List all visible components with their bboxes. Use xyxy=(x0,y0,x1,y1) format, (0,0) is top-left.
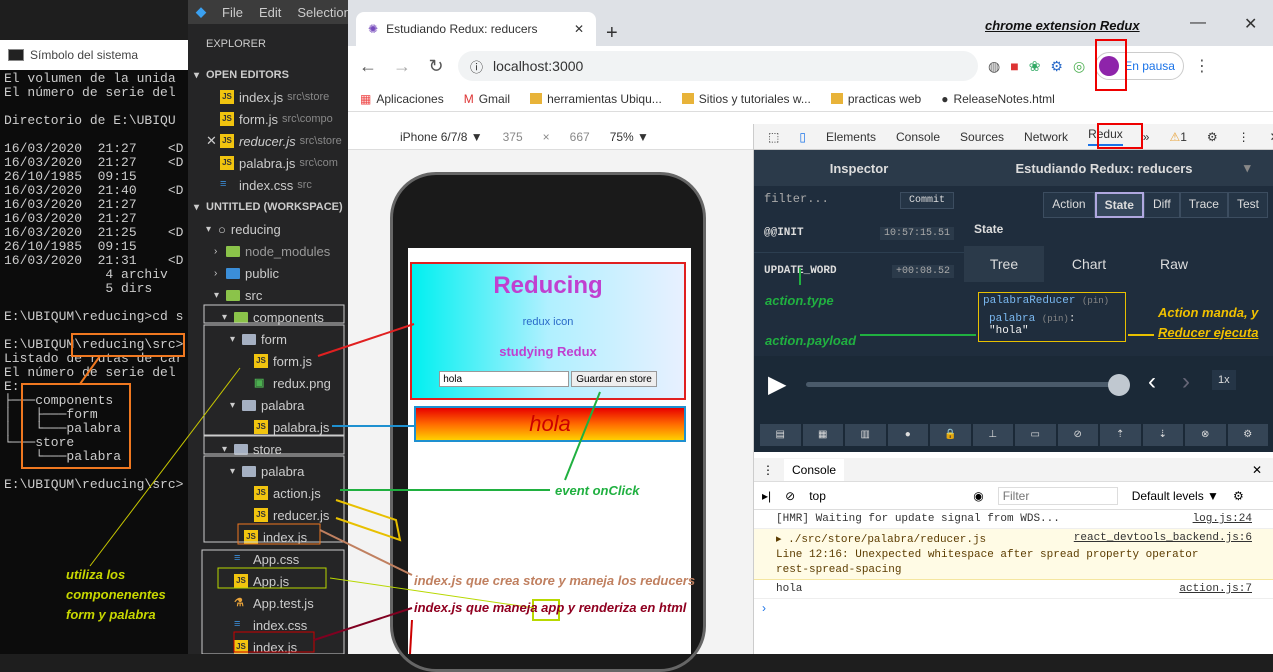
annotation-componentes: componenentes xyxy=(66,587,166,602)
annotation-index-app: index.js que maneja app y renderiza en h… xyxy=(414,600,687,615)
annotation-action-type: action.type xyxy=(765,293,834,308)
annotation-utiliza: utiliza los xyxy=(66,567,126,582)
annotation-index-store: index.js que crea store y maneja los red… xyxy=(414,573,696,588)
annotation-action-payload: action.payload xyxy=(765,333,857,348)
annotation-form-palabra: form y palabra xyxy=(66,607,156,622)
annotation-arrows xyxy=(21,39,1154,654)
annotation-action-manda: Action manda, y xyxy=(1158,305,1259,320)
annotation-chrome-extension: chrome extension Redux xyxy=(985,18,1140,33)
annotation-reducer-ejecuta: Reducer ejecuta xyxy=(1158,325,1259,340)
annotation-event-onclick: event onClick xyxy=(555,483,640,498)
